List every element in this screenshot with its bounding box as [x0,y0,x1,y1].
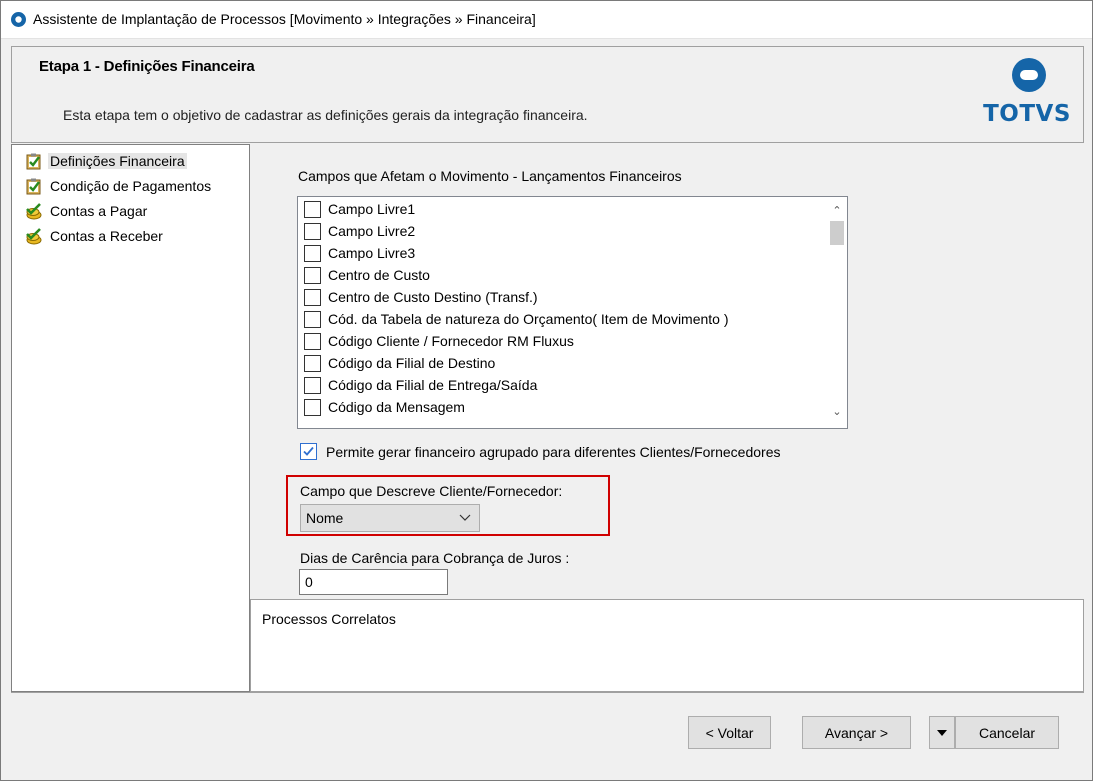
footer-divider [11,692,1084,693]
list-item[interactable]: Cód. da Tabela de natureza do Orçamento(… [304,308,729,330]
list-item[interactable]: Código da Mensagem [304,396,465,418]
fields-checklist[interactable]: Campo Livre1 Campo Livre2 Campo Livre3 C… [297,196,848,429]
list-item-label: Código da Filial de Entrega/Saída [328,377,538,393]
list-item-label: Campo Livre3 [328,245,416,261]
tree-item-definicoes[interactable]: Definições Financeira [25,151,187,171]
step-title: Etapa 1 - Definições Financeira [39,58,255,75]
checkbox[interactable] [304,398,321,416]
step-header: Etapa 1 - Definições Financeira Esta eta… [11,46,1084,143]
list-item-label: Código da Mensagem [328,399,465,415]
list-item-label: Centro de Custo Destino (Transf.) [328,289,538,305]
checkbox[interactable] [304,200,321,218]
back-button[interactable]: < Voltar [688,716,771,749]
tree-item-contas-receber[interactable]: Contas a Receber [25,226,165,246]
list-item-label: Cód. da Tabela de natureza do Orçamento(… [328,311,729,327]
list-item-label: Código da Filial de Destino [328,355,496,371]
list-item[interactable]: Campo Livre1 [304,198,415,220]
list-item[interactable]: Campo Livre3 [304,242,415,264]
list-item[interactable]: Código Cliente / Fornecedor RM Fluxus [304,330,574,352]
describe-client-label: Campo que Descreve Cliente/Fornecedor: [300,483,563,499]
list-item[interactable]: Campo Livre2 [304,220,415,242]
describe-client-value: Nome [306,510,344,526]
tree-item-label: Contas a Pagar [50,203,148,219]
list-item-label: Código Cliente / Fornecedor RM Fluxus [328,333,574,349]
checkbox[interactable] [304,376,321,394]
tree-item-condicao-pagamentos[interactable]: Condição de Pagamentos [25,176,213,196]
clipboard-check-icon [26,153,41,169]
title-bar: Assistente de Implantação de Processos [… [1,1,1092,39]
list-item[interactable]: Centro de Custo Destino (Transf.) [304,286,538,308]
dropdown-button[interactable] [929,716,955,749]
step-description: Esta etapa tem o objetivo de cadastrar a… [63,107,588,123]
group-financial-label: Permite gerar financeiro agrupado para d… [326,443,781,460]
totvs-logo-mark-icon [1012,58,1046,92]
cancel-button[interactable]: Cancelar [955,716,1059,749]
step-content: Campos que Afetam o Movimento - Lançamen… [250,144,1084,599]
group-financial-checkbox[interactable] [300,443,317,460]
checkbox[interactable] [304,310,321,328]
next-button[interactable]: Avançar > [802,716,911,749]
fields-group-label: Campos que Afetam o Movimento - Lançamen… [298,168,682,184]
grace-days-input[interactable] [299,569,448,595]
coins-check-icon [26,202,42,219]
wizard-window: Assistente de Implantação de Processos [… [0,0,1093,781]
window-title: Assistente de Implantação de Processos [… [33,11,536,27]
list-item[interactable]: Código da Filial de Destino [304,352,495,374]
scroll-thumb[interactable] [830,221,844,245]
related-processes-panel: Processos Correlatos [250,599,1084,692]
list-item-label: Centro de Custo [328,267,430,283]
related-processes-title: Processos Correlatos [262,611,396,627]
list-item-label: Campo Livre1 [328,201,416,217]
checkmark-icon [303,446,314,456]
checkbox[interactable] [304,354,321,372]
list-scrollbar[interactable]: ⌃ ⌄ [827,197,847,428]
checkbox[interactable] [304,288,321,306]
checkbox[interactable] [304,332,321,350]
scroll-down-icon[interactable]: ⌄ [827,403,847,421]
list-item-label: Campo Livre2 [328,223,416,239]
scroll-up-icon[interactable]: ⌃ [827,202,847,220]
grace-days-label: Dias de Carência para Cobrança de Juros … [300,550,570,566]
group-financial-option[interactable]: Permite gerar financeiro agrupado para d… [300,443,780,460]
describe-client-select[interactable]: Nome [300,504,480,532]
checkbox[interactable] [304,244,321,262]
chevron-down-icon [459,514,471,521]
coins-check-icon [26,227,42,244]
totvs-logo: TOTVS [981,57,1073,137]
tree-item-label: Condição de Pagamentos [50,178,212,194]
steps-tree: Definições Financeira Condição de Pagame… [11,144,250,692]
tree-item-label: Definições Financeira [48,153,187,169]
list-item[interactable]: Centro de Custo [304,264,430,286]
clipboard-check-icon [26,178,41,194]
totvs-logo-text: TOTVS [983,101,1071,127]
caret-down-icon [937,729,947,736]
list-item[interactable]: Código da Filial de Entrega/Saída [304,374,537,396]
checkbox[interactable] [304,266,321,284]
totvs-app-icon [11,12,26,27]
tree-item-label: Contas a Receber [50,228,163,244]
tree-item-contas-pagar[interactable]: Contas a Pagar [25,201,149,221]
checkbox[interactable] [304,222,321,240]
